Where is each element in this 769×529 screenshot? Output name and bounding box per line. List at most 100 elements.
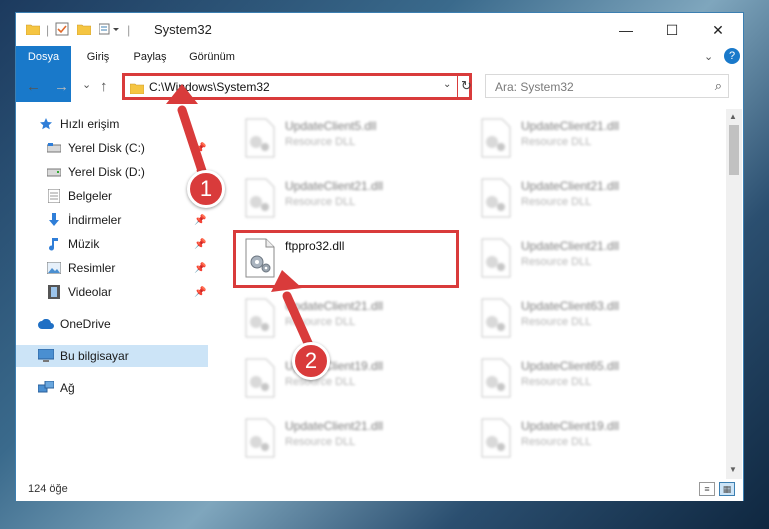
sidebar-item-label: Resimler [68,261,116,275]
forward-button[interactable]: → [54,78,69,95]
tab-home[interactable]: Giriş [78,46,118,68]
pictures-icon [46,260,62,276]
tab-view[interactable]: Görünüm [184,46,240,68]
file-name: UpdateClient5.dll [285,119,377,133]
cloud-icon [38,316,54,332]
address-dropdown-icon[interactable]: ⌄ [443,79,451,90]
chevron-down-icon[interactable]: ⌄ [704,50,713,63]
search-input[interactable]: Ara: System32 [495,80,574,94]
minimize-button[interactable]: — [603,17,649,43]
back-button[interactable]: ← [26,78,41,95]
separator: | [127,23,131,37]
details-view-icon[interactable]: ≡ [699,482,715,496]
pin-icon[interactable]: 📌 [194,239,206,250]
file-item[interactable]: UpdateClient5.dll Resource DLL [232,113,460,169]
scroll-up-icon[interactable]: ▲ [729,112,737,121]
address-path[interactable]: C:\Windows\System32 [149,80,270,94]
documents-icon [46,188,62,204]
sidebar-item-videos[interactable]: Videolar 📌 [16,281,208,303]
navigation-bar: ← → ⌄ ↑ C:\Windows\System32 ⌄ ↻ Ara: Sys… [16,72,743,102]
title-bar: | | System32 — ☐ ✕ [16,13,743,45]
properties-icon[interactable] [55,22,69,39]
large-icons-view-icon[interactable]: ▦ [719,482,735,496]
address-bar[interactable]: C:\Windows\System32 ⌄ ↻ [122,73,472,100]
pin-icon[interactable]: 📌 [194,143,206,154]
help-icon[interactable]: ? [724,48,740,64]
file-item[interactable]: UpdateClient21.dll Resource DLL [232,293,460,349]
file-name: UpdateClient21.dll [521,179,620,193]
navigation-pane: Hızlı erişim Yerel Disk (C:) 📌 Yerel Dis… [16,109,208,479]
sidebar-item-label: İndirmeler [68,213,122,227]
file-type: Resource DLL [285,136,356,148]
sidebar-item-label: Yerel Disk (D:) [68,165,145,179]
file-type: Resource DLL [521,196,592,208]
sidebar-item-drive-c[interactable]: Yerel Disk (C:) 📌 [16,137,208,159]
file-item[interactable]: UpdateClient21.dll Resource DLL [468,233,696,289]
vertical-scrollbar[interactable]: ▲ ▼ [726,109,742,479]
step-badge-2: 2 [292,342,330,380]
scroll-thumb[interactable] [729,125,739,175]
maximize-button[interactable]: ☐ [649,17,695,43]
divider [457,76,458,97]
sidebar-item-downloads[interactable]: İndirmeler 📌 [16,209,208,231]
file-item[interactable]: UpdateClient21.dll Resource DLL [468,173,696,229]
star-icon [38,116,54,132]
search-box[interactable]: Ara: System32 ⌕ [485,74,729,98]
file-type: Resource DLL [285,196,356,208]
file-highlight-box [233,230,459,288]
pin-icon[interactable]: 📌 [194,215,206,226]
sidebar-item-label: Bu bilgisayar [60,349,129,363]
search-icon[interactable]: ⌕ [715,78,722,94]
customize-toolbar-icon[interactable] [98,23,121,38]
sidebar-item-pictures[interactable]: Resimler 📌 [16,257,208,279]
sidebar-item-drive-d[interactable]: Yerel Disk (D:) 📌 [16,161,208,183]
file-name: UpdateClient21.dll [285,179,384,193]
sidebar-item-network[interactable]: Ağ [16,377,208,399]
sidebar-item-quick-access[interactable]: Hızlı erişim [16,113,208,135]
computer-icon [38,348,54,364]
pin-icon[interactable]: 📌 [194,263,206,274]
videos-icon [46,284,62,300]
dll-file-icon [478,118,514,158]
folder-icon [129,82,145,97]
file-item[interactable]: UpdateClient19.dll Resource DLL [232,353,460,409]
sidebar-item-documents[interactable]: Belgeler 📌 [16,185,208,207]
file-item[interactable]: UpdateClient19.dll Resource DLL [468,413,696,469]
recent-locations-button[interactable]: ⌄ [82,78,91,91]
tab-share[interactable]: Paylaş [126,46,174,68]
sidebar-item-label: OneDrive [60,317,111,331]
file-item[interactable]: UpdateClient21.dll Resource DLL [232,173,460,229]
quick-access-toolbar: | | [25,21,136,39]
dll-file-icon [242,418,278,458]
file-name: UpdateClient21.dll [521,239,620,253]
new-folder-icon[interactable] [76,23,92,38]
dll-file-icon [242,358,278,398]
file-type: Resource DLL [285,436,356,448]
sidebar-item-music[interactable]: Müzik 📌 [16,233,208,255]
file-item[interactable]: UpdateClient63.dll Resource DLL [468,293,696,349]
sidebar-item-label: Videolar [68,285,112,299]
sidebar-item-onedrive[interactable]: OneDrive [16,313,208,335]
refresh-icon[interactable]: ↻ [461,78,472,94]
sidebar-item-this-pc[interactable]: Bu bilgisayar [16,345,208,367]
item-count: 124 öğe [28,483,68,495]
separator: | [46,23,50,37]
file-item[interactable]: UpdateClient21.dll Resource DLL [232,413,460,469]
music-icon [46,236,62,252]
file-list: UpdateClient5.dll Resource DLL UpdateCli… [228,109,724,479]
dll-file-icon [478,418,514,458]
file-item[interactable]: UpdateClient21.dll Resource DLL [468,113,696,169]
up-button[interactable]: ↑ [100,78,108,95]
file-item[interactable]: UpdateClient65.dll Resource DLL [468,353,696,409]
file-type: Resource DLL [521,376,592,388]
file-name: UpdateClient21.dll [285,419,384,433]
file-type: Resource DLL [521,256,592,268]
scroll-down-icon[interactable]: ▼ [729,465,737,474]
file-name: UpdateClient65.dll [521,359,620,373]
folder-icon [25,23,41,38]
file-name: UpdateClient21.dll [285,299,384,313]
drive-icon [46,164,62,180]
pin-icon[interactable]: 📌 [194,287,206,298]
close-button[interactable]: ✕ [695,17,741,43]
file-name: UpdateClient19.dll [521,419,620,433]
